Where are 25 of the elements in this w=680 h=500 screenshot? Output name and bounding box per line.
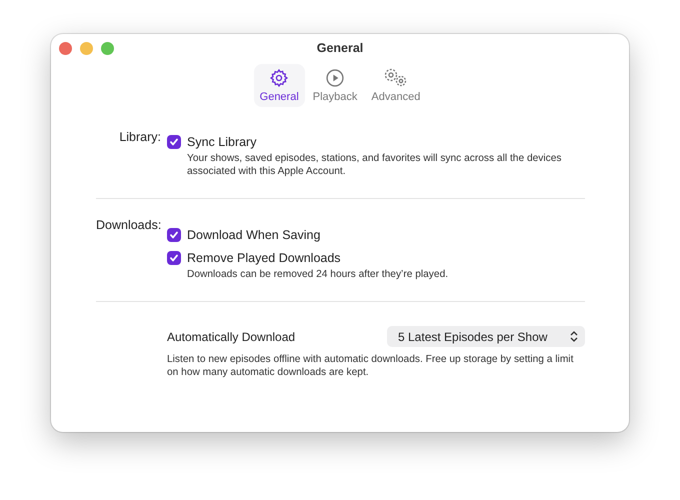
setting-description: Listen to new episodes offline with automatic downloads. Free up storage by setting a limit on how many automatic downloads are kept. <box>167 353 574 379</box>
checkbox[interactable] <box>167 135 181 149</box>
toolbar-tab[interactable]: Playback <box>306 64 364 107</box>
option-description: Downloads can be removed 24 hours after they’re played. <box>187 268 450 281</box>
popup-select[interactable]: 5 Latest Episodes per Show <box>387 326 585 347</box>
gears-icon <box>382 68 409 88</box>
checkbox[interactable] <box>167 228 181 242</box>
checkbox[interactable] <box>167 251 181 265</box>
section-label: Library: <box>118 130 162 146</box>
gear-icon <box>269 68 290 88</box>
toolbar-tab[interactable]: General <box>254 64 305 107</box>
window-title: General <box>316 41 364 55</box>
checkbox-label[interactable]: Download When Saving <box>187 228 320 242</box>
play-icon <box>325 68 346 88</box>
checkbox-label[interactable]: Sync Library <box>187 135 256 149</box>
setting-label: Automatically Download <box>167 330 296 344</box>
check-icon <box>169 230 179 240</box>
chevron-updown-icon <box>570 331 578 342</box>
section-label: Downloads: <box>96 218 162 234</box>
option-description: Your shows, saved episodes, stations, and favorites will sync across all the devices associated with this Apple Account. <box>187 152 562 178</box>
close-button[interactable] <box>59 42 72 55</box>
toolbar-tab[interactable]: Advanced <box>365 64 426 107</box>
check-icon <box>169 253 179 263</box>
checkbox-label[interactable]: Remove Played Downloads <box>187 251 341 265</box>
check-icon <box>169 137 179 147</box>
